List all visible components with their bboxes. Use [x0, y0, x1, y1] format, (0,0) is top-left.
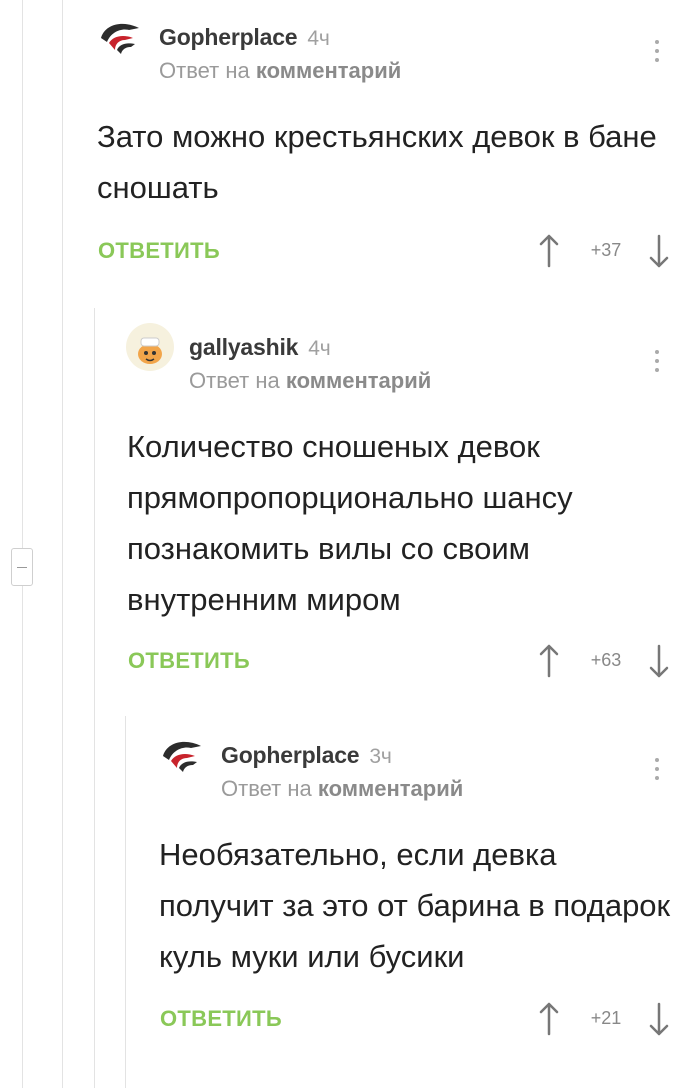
vote-controls: +21 [535, 1000, 675, 1040]
reply-to-label: Ответ на комментарий [221, 776, 463, 802]
arrow-up-icon[interactable] [539, 644, 559, 678]
thread-line [22, 0, 23, 548]
more-vertical-icon[interactable] [654, 758, 660, 785]
bird-logo-avatar[interactable] [95, 12, 145, 62]
more-vertical-icon[interactable] [654, 350, 660, 377]
comment-text: Зато можно крестьянских девок в бане сно… [97, 119, 657, 205]
vote-controls: +63 [535, 642, 675, 682]
comment: gallyashik 4ч Ответ на комментарий Количе… [125, 310, 700, 710]
comment-rating: +21 [590, 1008, 622, 1028]
thread-line [94, 308, 95, 1088]
comment: Gopherplace 4ч Ответ на комментарий Зато … [95, 0, 700, 300]
author-name[interactable]: Gopherplace [159, 24, 298, 50]
thread-line [125, 716, 126, 1088]
reply-to-link[interactable]: комментарий [256, 58, 401, 83]
reply-prefix: Ответ на [159, 58, 250, 83]
reply-prefix: Ответ на [189, 368, 280, 393]
arrow-down-icon[interactable] [649, 644, 669, 678]
thread-line [22, 586, 23, 1088]
comment-text: Количество сношеных девок прямопропорцио… [127, 429, 573, 617]
author-name[interactable]: Gopherplace [221, 742, 360, 768]
comment-author[interactable]: gallyashik 4ч [189, 334, 331, 361]
reply-button[interactable]: ОТВЕТИТЬ [128, 648, 250, 674]
reply-prefix: Ответ на [221, 776, 312, 801]
cartoon-character-avatar[interactable] [125, 322, 175, 372]
author-name[interactable]: gallyashik [189, 334, 298, 360]
comment-author[interactable]: Gopherplace 3ч [221, 742, 392, 769]
reply-to-link[interactable]: комментарий [286, 368, 431, 393]
arrow-up-icon[interactable] [539, 1002, 559, 1036]
collapse-thread-button[interactable] [11, 548, 33, 586]
reply-to-label: Ответ на комментарий [189, 368, 431, 394]
comment-rating: +63 [590, 650, 622, 670]
reply-button[interactable]: ОТВЕТИТЬ [98, 238, 220, 264]
vote-controls: +37 [535, 232, 675, 272]
comment-time: 4ч [308, 337, 331, 360]
reply-to-label: Ответ на комментарий [159, 58, 401, 84]
reply-to-link[interactable]: комментарий [318, 776, 463, 801]
more-vertical-icon[interactable] [654, 40, 660, 67]
comment-time: 4ч [307, 27, 330, 50]
arrow-down-icon[interactable] [649, 234, 669, 268]
reply-button[interactable]: ОТВЕТИТЬ [160, 1006, 282, 1032]
arrow-down-icon[interactable] [649, 1002, 669, 1036]
bird-logo-avatar[interactable] [157, 730, 207, 780]
comment-author[interactable]: Gopherplace 4ч [159, 24, 330, 51]
comment-text: Необязательно, если девка получит за это… [159, 837, 671, 974]
arrow-up-icon[interactable] [539, 234, 559, 268]
comment-rating: +37 [590, 240, 622, 260]
comment-time: 3ч [369, 745, 392, 768]
comment: Gopherplace 3ч Ответ на комментарий Необя… [157, 718, 700, 1078]
thread-line [62, 0, 63, 1088]
